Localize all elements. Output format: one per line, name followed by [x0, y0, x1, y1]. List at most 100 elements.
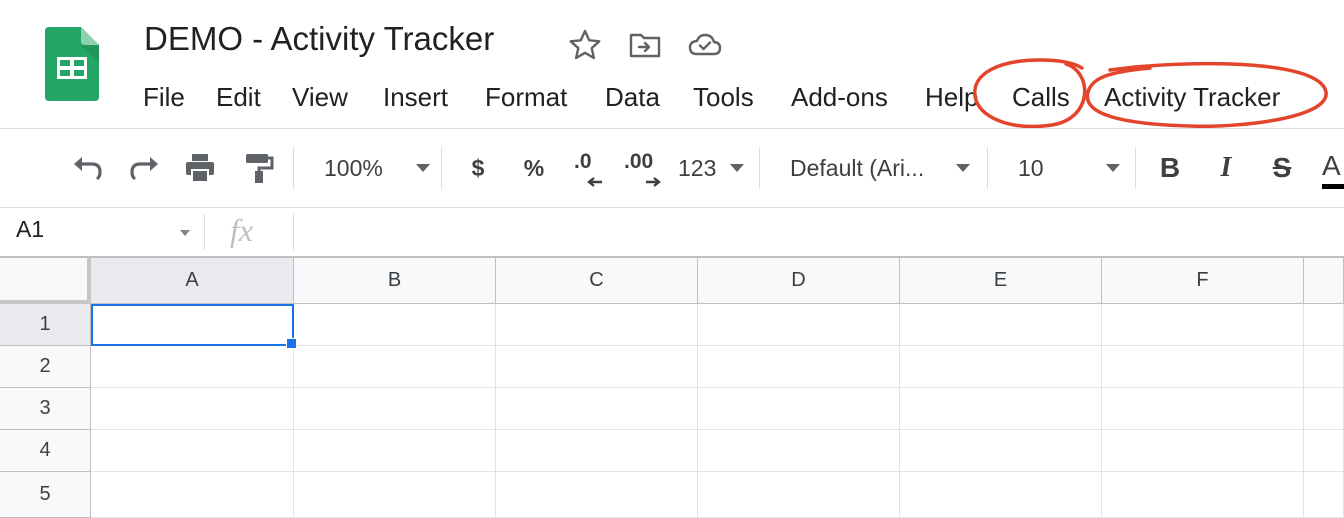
column-header-g[interactable]	[1304, 258, 1344, 304]
column-header-e[interactable]: E	[900, 258, 1102, 304]
cell-e5[interactable]	[900, 472, 1102, 518]
cell-g3[interactable]	[1304, 388, 1344, 430]
cell-d3[interactable]	[698, 388, 900, 430]
cell-d2[interactable]	[698, 346, 900, 388]
cell-a3[interactable]	[91, 388, 294, 430]
menu-bar: File Edit View Insert Format Data Tools …	[0, 78, 1344, 118]
column-header-a[interactable]: A	[91, 258, 294, 304]
row-header-5[interactable]: 5	[0, 472, 91, 518]
zoom-select[interactable]: 100%	[312, 129, 430, 207]
cell-d5[interactable]	[698, 472, 900, 518]
cell-g2[interactable]	[1304, 346, 1344, 388]
column-header-c[interactable]: C	[496, 258, 698, 304]
menu-file[interactable]: File	[143, 78, 185, 116]
percent-format-button[interactable]: %	[516, 129, 552, 207]
currency-label: $	[471, 154, 485, 181]
font-family-select[interactable]: Default (Ari...	[790, 129, 970, 207]
column-header-d[interactable]: D	[698, 258, 900, 304]
cell-e3[interactable]	[900, 388, 1102, 430]
font-size-value: 10	[1018, 154, 1044, 181]
move-to-folder-icon[interactable]	[628, 28, 662, 62]
arrow-right-icon	[646, 177, 661, 187]
column-header-b[interactable]: B	[294, 258, 496, 304]
menu-edit[interactable]: Edit	[216, 78, 261, 116]
cell-d1[interactable]	[698, 304, 900, 346]
row-header-2[interactable]: 2	[0, 346, 91, 388]
cell-e2[interactable]	[900, 346, 1102, 388]
cell-c4[interactable]	[496, 430, 698, 472]
strikethrough-icon: S	[1272, 152, 1292, 183]
cell-b5[interactable]	[294, 472, 496, 518]
text-color-button[interactable]: A	[1320, 129, 1344, 207]
formula-input[interactable]	[300, 212, 1340, 252]
row-header-4[interactable]: 4	[0, 430, 91, 472]
cell-b3[interactable]	[294, 388, 496, 430]
menu-insert[interactable]: Insert	[383, 78, 448, 116]
cell-e1[interactable]	[900, 304, 1102, 346]
cell-b2[interactable]	[294, 346, 496, 388]
cloud-saved-icon[interactable]	[688, 28, 722, 62]
cell-a1[interactable]	[91, 304, 294, 346]
cell-c1[interactable]	[496, 304, 698, 346]
name-box[interactable]: A1	[16, 216, 44, 243]
more-formats-button[interactable]: 123	[678, 129, 744, 207]
cell-a5[interactable]	[91, 472, 294, 518]
toolbar-separator	[441, 147, 442, 189]
cell-d4[interactable]	[698, 430, 900, 472]
cell-f4[interactable]	[1102, 430, 1304, 472]
print-button[interactable]	[180, 129, 220, 207]
document-title[interactable]: DEMO - Activity Tracker	[144, 20, 494, 58]
paint-format-button[interactable]	[238, 129, 278, 207]
menu-add-ons[interactable]: Add-ons	[791, 78, 888, 116]
fill-handle[interactable]	[286, 338, 297, 349]
font-size-select[interactable]: 10	[1016, 129, 1120, 207]
redo-icon	[130, 157, 158, 180]
italic-button[interactable]: I	[1208, 129, 1244, 207]
cell-e4[interactable]	[900, 430, 1102, 472]
cell-f5[interactable]	[1102, 472, 1304, 518]
toolbar-separator	[1135, 147, 1136, 189]
select-all-corner[interactable]	[0, 258, 91, 304]
bold-icon: B	[1159, 152, 1181, 183]
cell-b1[interactable]	[294, 304, 496, 346]
cell-f1[interactable]	[1102, 304, 1304, 346]
menu-calls[interactable]: Calls	[1012, 78, 1070, 116]
increase-decimal-button[interactable]: .00	[620, 129, 666, 207]
cell-a4[interactable]	[91, 430, 294, 472]
menu-format[interactable]: Format	[485, 78, 567, 116]
cell-c3[interactable]	[496, 388, 698, 430]
bold-button[interactable]: B	[1152, 129, 1188, 207]
toolbar-separator	[293, 147, 294, 189]
currency-format-button[interactable]: $	[460, 129, 496, 207]
cell-c2[interactable]	[496, 346, 698, 388]
cell-g5[interactable]	[1304, 472, 1344, 518]
menu-tools[interactable]: Tools	[693, 78, 754, 116]
decrease-decimal-button[interactable]: .0	[566, 129, 606, 207]
increase-decimal-label: .00	[624, 150, 654, 173]
cell-f2[interactable]	[1102, 346, 1304, 388]
menu-activity-tracker[interactable]: Activity Tracker	[1104, 78, 1280, 116]
toolbar-separator	[759, 147, 760, 189]
cell-g1[interactable]	[1304, 304, 1344, 346]
text-color-icon: A	[1322, 150, 1341, 181]
cell-b4[interactable]	[294, 430, 496, 472]
menu-help[interactable]: Help	[925, 78, 978, 116]
strikethrough-button[interactable]: S	[1264, 129, 1300, 207]
star-icon[interactable]	[568, 28, 602, 62]
arrow-left-icon	[587, 177, 602, 187]
row-header-3[interactable]: 3	[0, 388, 91, 430]
cell-c5[interactable]	[496, 472, 698, 518]
cell-f3[interactable]	[1102, 388, 1304, 430]
cell-g4[interactable]	[1304, 430, 1344, 472]
name-box-caret-icon[interactable]	[180, 230, 190, 236]
undo-button[interactable]	[68, 129, 108, 207]
paint-format-icon	[246, 154, 274, 183]
more-formats-caret-icon	[730, 164, 744, 172]
column-header-f[interactable]: F	[1102, 258, 1304, 304]
menu-view[interactable]: View	[292, 78, 348, 116]
menu-data[interactable]: Data	[605, 78, 660, 116]
font-family-value: Default (Ari...	[790, 154, 925, 181]
redo-button[interactable]	[124, 129, 164, 207]
row-header-1[interactable]: 1	[0, 304, 91, 346]
cell-a2[interactable]	[91, 346, 294, 388]
